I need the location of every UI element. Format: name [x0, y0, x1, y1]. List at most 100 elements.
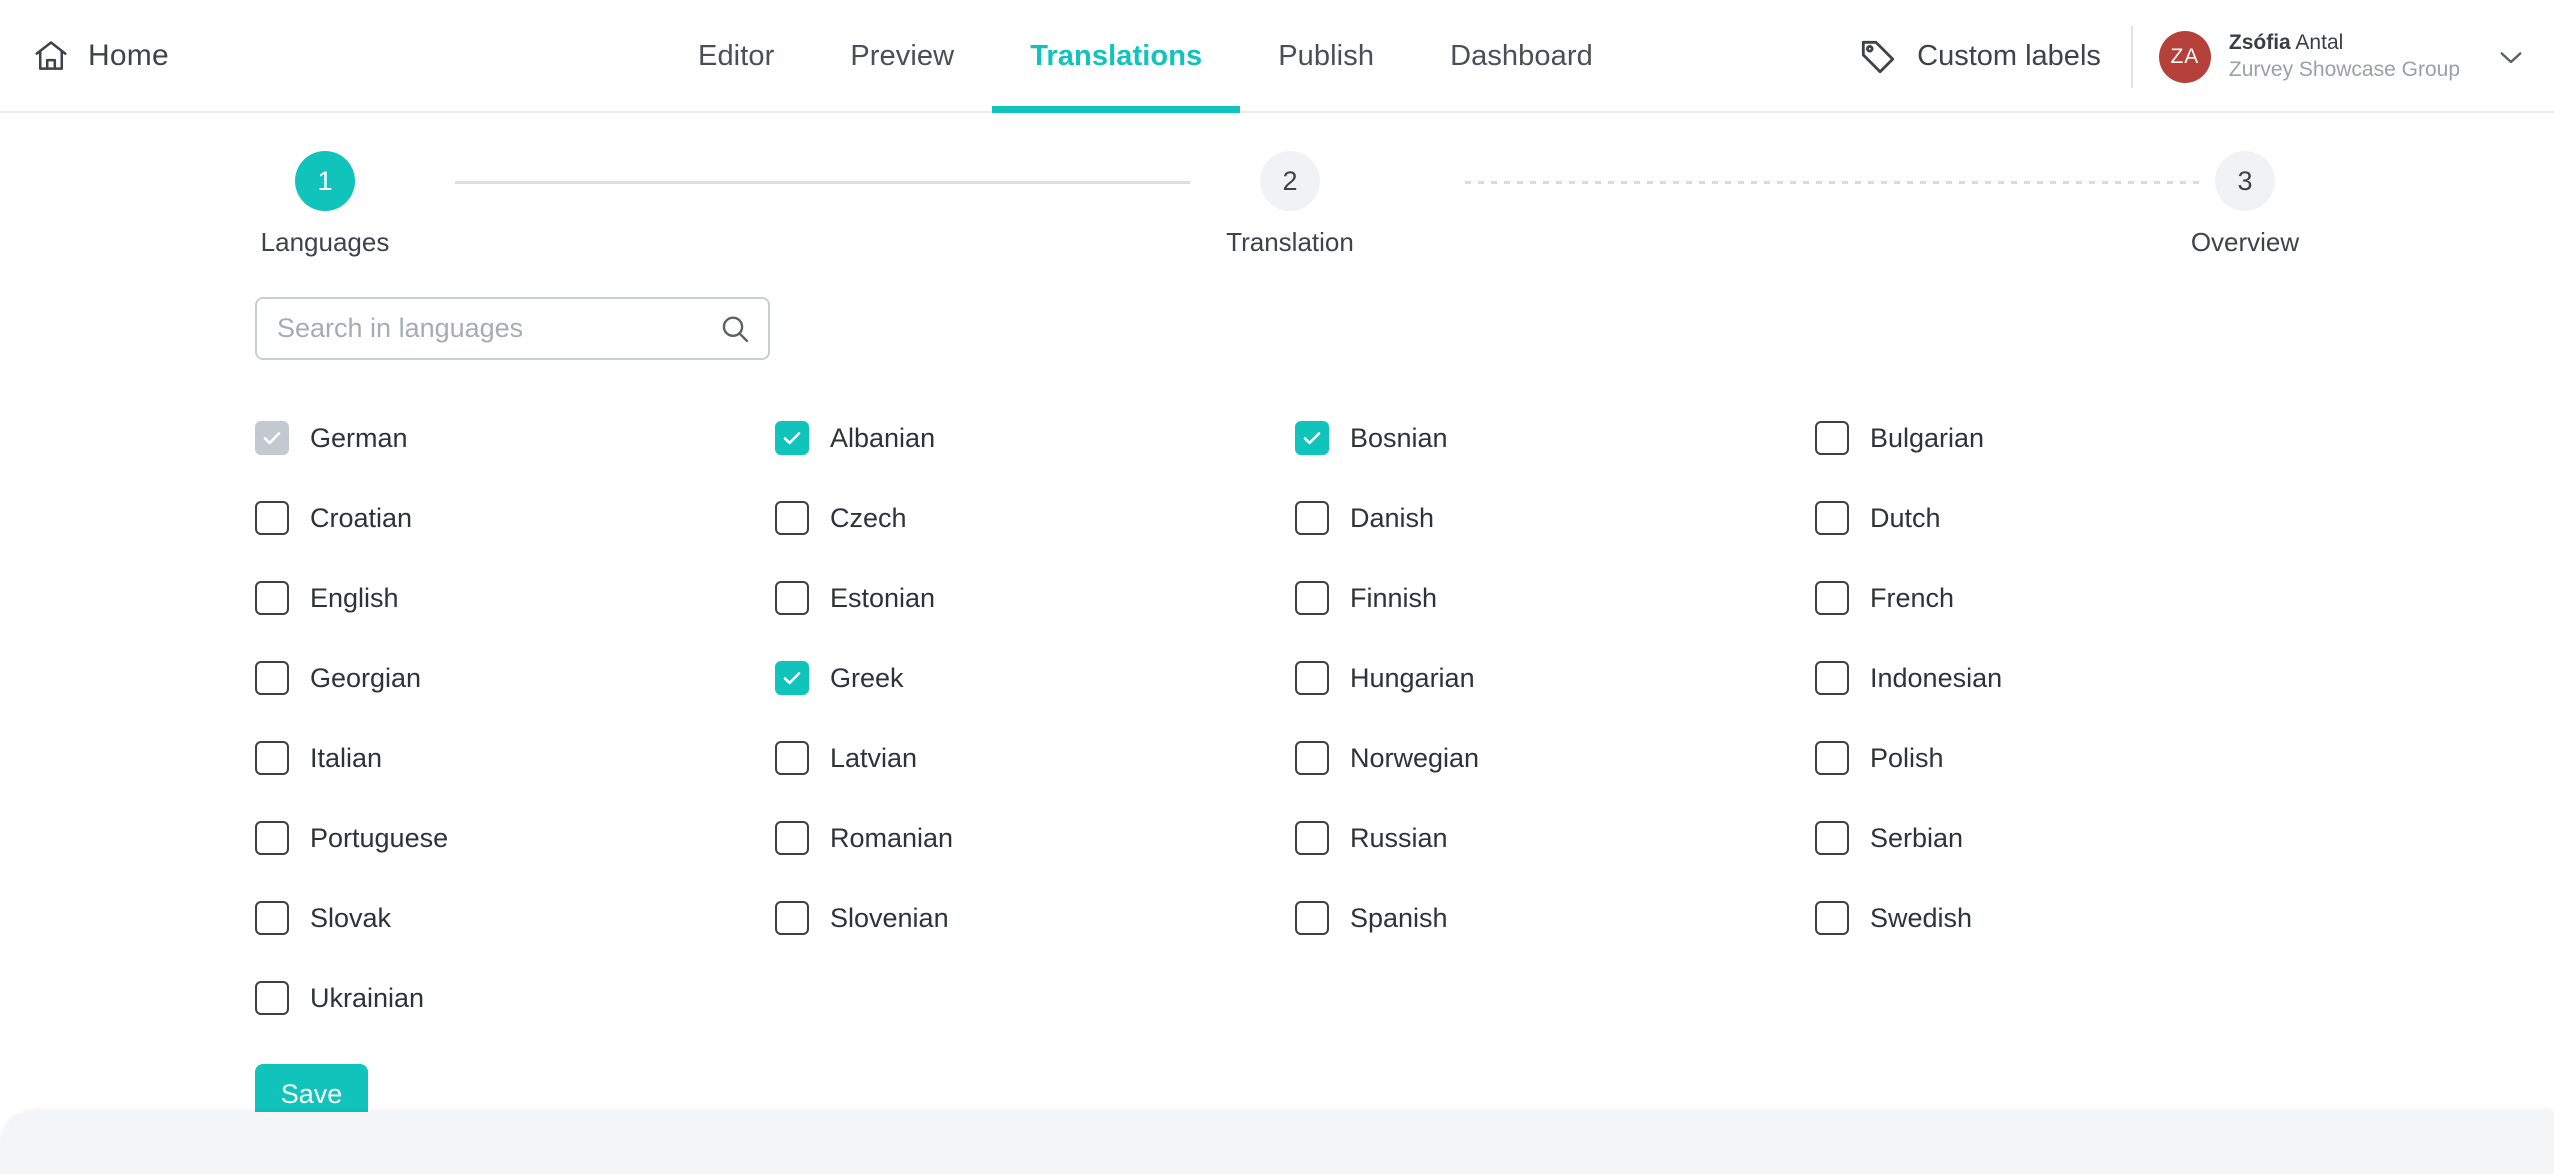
chevron-down-icon[interactable]: [2494, 40, 2528, 74]
language-label: Norwegian: [1350, 742, 1480, 773]
step-1-label: Languages: [260, 227, 390, 257]
language-label: Finnish: [1350, 582, 1438, 613]
language-option-albanian[interactable]: Albanian: [775, 398, 1295, 478]
tab-preview-label: Preview: [850, 40, 955, 72]
tab-translations[interactable]: Translations: [992, 0, 1241, 113]
checkbox-czech[interactable]: [775, 501, 809, 535]
language-option-latvian[interactable]: Latvian: [775, 718, 1295, 798]
checkbox-slovenian[interactable]: [775, 901, 809, 935]
checkbox-danish[interactable]: [1295, 501, 1329, 535]
language-option-swedish[interactable]: Swedish: [1815, 878, 2335, 958]
checkbox-dutch[interactable]: [1815, 501, 1849, 535]
language-option-estonian[interactable]: Estonian: [775, 558, 1295, 638]
checkbox-bosnian[interactable]: [1295, 421, 1329, 455]
home-label: Home: [88, 38, 169, 72]
language-option-dutch[interactable]: Dutch: [1815, 478, 2335, 558]
custom-labels-label: Custom labels: [1917, 40, 2101, 72]
language-label: Latvian: [830, 742, 918, 773]
language-label: Greek: [830, 662, 904, 693]
language-label: Hungarian: [1350, 662, 1475, 693]
language-option-italian[interactable]: Italian: [255, 718, 775, 798]
language-option-hungarian[interactable]: Hungarian: [1295, 638, 1815, 718]
tab-dashboard[interactable]: Dashboard: [1412, 0, 1631, 113]
checkbox-croatian[interactable]: [255, 501, 289, 535]
step-1-circle: 1: [295, 151, 355, 211]
search-input[interactable]: [277, 313, 718, 344]
checkbox-estonian[interactable]: [775, 581, 809, 615]
language-option-greek[interactable]: Greek: [775, 638, 1295, 718]
language-option-polish[interactable]: Polish: [1815, 718, 2335, 798]
tab-publish-label: Publish: [1278, 40, 1375, 72]
language-option-portuguese[interactable]: Portuguese: [255, 798, 775, 878]
language-label: Czech: [830, 502, 907, 533]
search-languages-field[interactable]: [255, 297, 770, 360]
custom-labels-button[interactable]: Custom labels: [1857, 36, 2131, 78]
checkbox-ukrainian[interactable]: [255, 981, 289, 1015]
step-translation[interactable]: 2 Translation: [1205, 151, 1375, 258]
checkbox-bulgarian[interactable]: [1815, 421, 1849, 455]
search-icon[interactable]: [718, 312, 752, 346]
checkbox-portuguese[interactable]: [255, 821, 289, 855]
user-last-name: Antal: [2295, 30, 2344, 54]
language-label: Serbian: [1870, 822, 1964, 853]
step-languages[interactable]: 1 Languages: [240, 151, 410, 258]
checkbox-serbian[interactable]: [1815, 821, 1849, 855]
tab-translations-label: Translations: [1030, 40, 1203, 72]
checkbox-finnish[interactable]: [1295, 581, 1329, 615]
main-tabs: Editor Preview Translations Publish Dash…: [660, 0, 1631, 113]
language-option-danish[interactable]: Danish: [1295, 478, 1815, 558]
checkbox-spanish[interactable]: [1295, 901, 1329, 935]
home-button[interactable]: Home: [32, 37, 169, 75]
checkbox-norwegian[interactable]: [1295, 741, 1329, 775]
language-option-french[interactable]: French: [1815, 558, 2335, 638]
language-option-slovenian[interactable]: Slovenian: [775, 878, 1295, 958]
language-option-russian[interactable]: Russian: [1295, 798, 1815, 878]
step-2-circle: 2: [1260, 151, 1320, 211]
language-label: Slovenian: [830, 902, 949, 933]
avatar-initials: ZA: [2170, 44, 2200, 68]
checkbox-german: [255, 421, 289, 455]
checkbox-english[interactable]: [255, 581, 289, 615]
language-option-bosnian[interactable]: Bosnian: [1295, 398, 1815, 478]
language-option-serbian[interactable]: Serbian: [1815, 798, 2335, 878]
tab-preview[interactable]: Preview: [812, 0, 992, 113]
language-option-english[interactable]: English: [255, 558, 775, 638]
checkbox-polish[interactable]: [1815, 741, 1849, 775]
language-label: Indonesian: [1870, 662, 2003, 693]
checkbox-latvian[interactable]: [775, 741, 809, 775]
topbar-right-section: Custom labels ZA Zsófia Antal Zurvey Sho…: [1857, 0, 2528, 113]
language-label: Russian: [1350, 822, 1448, 853]
tab-editor[interactable]: Editor: [660, 0, 812, 113]
language-option-norwegian[interactable]: Norwegian: [1295, 718, 1815, 798]
checkbox-indonesian[interactable]: [1815, 661, 1849, 695]
language-option-georgian[interactable]: Georgian: [255, 638, 775, 718]
checkbox-slovak[interactable]: [255, 901, 289, 935]
language-option-spanish[interactable]: Spanish: [1295, 878, 1815, 958]
language-label: Italian: [310, 742, 383, 773]
checkbox-greek[interactable]: [775, 661, 809, 695]
language-option-czech[interactable]: Czech: [775, 478, 1295, 558]
tab-publish[interactable]: Publish: [1240, 0, 1412, 113]
user-menu[interactable]: ZA Zsófia Antal Zurvey Showcase Group: [2158, 30, 2528, 84]
step-2-number: 2: [1282, 165, 1298, 196]
checkbox-romanian[interactable]: [775, 821, 809, 855]
language-option-indonesian[interactable]: Indonesian: [1815, 638, 2335, 718]
wizard-stepper: 1 Languages 2 Translation 3 Overview: [0, 151, 2554, 281]
checkbox-hungarian[interactable]: [1295, 661, 1329, 695]
checkbox-russian[interactable]: [1295, 821, 1329, 855]
language-option-bulgarian[interactable]: Bulgarian: [1815, 398, 2335, 478]
language-option-romanian[interactable]: Romanian: [775, 798, 1295, 878]
checkbox-french[interactable]: [1815, 581, 1849, 615]
language-option-ukrainian[interactable]: Ukrainian: [255, 958, 775, 1038]
step-overview[interactable]: 3 Overview: [2160, 151, 2330, 258]
language-option-croatian[interactable]: Croatian: [255, 478, 775, 558]
user-meta: Zsófia Antal Zurvey Showcase Group: [2229, 30, 2460, 84]
language-option-finnish[interactable]: Finnish: [1295, 558, 1815, 638]
checkbox-swedish[interactable]: [1815, 901, 1849, 935]
top-navigation-bar: Home Editor Preview Translations Publish…: [0, 0, 2554, 113]
checkbox-georgian[interactable]: [255, 661, 289, 695]
checkbox-italian[interactable]: [255, 741, 289, 775]
checkbox-albanian[interactable]: [775, 421, 809, 455]
step-3-circle: 3: [2215, 151, 2275, 211]
language-option-slovak[interactable]: Slovak: [255, 878, 775, 958]
